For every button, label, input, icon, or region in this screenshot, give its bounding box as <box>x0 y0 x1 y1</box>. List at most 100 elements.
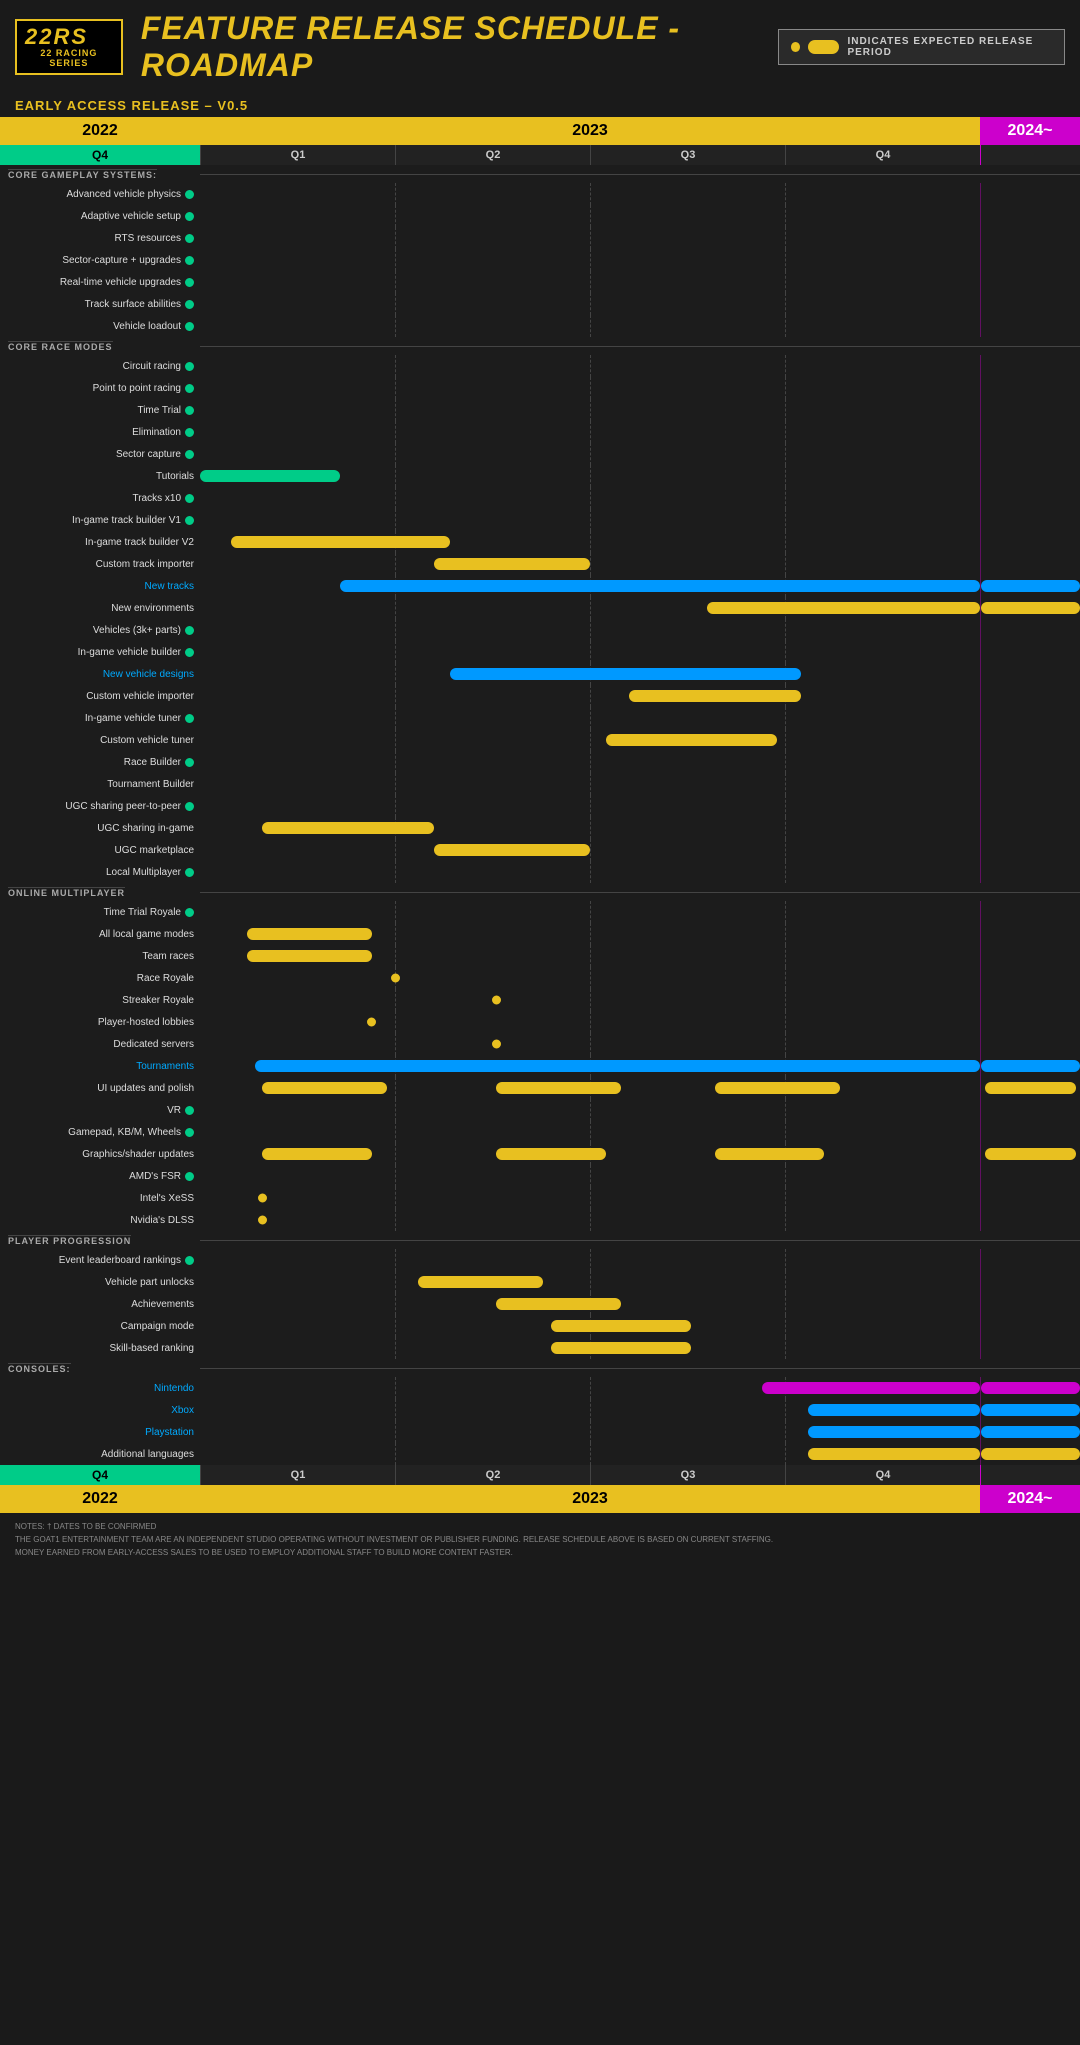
section-header: PLAYER PROGRESSION <box>0 1231 1080 1249</box>
feature-row: Point to point racing <box>0 377 1080 399</box>
feature-label-cell: New environments <box>0 603 200 614</box>
q-cells-2023: Q1 Q2 Q3 Q4 <box>200 145 980 165</box>
feature-2024-cell <box>980 443 1080 465</box>
feature-timeline <box>200 227 980 249</box>
feature-label: Dedicated servers <box>113 1039 194 1050</box>
feature-row: Vehicles (3k+ parts) <box>0 619 1080 641</box>
feature-2024-cell <box>980 1165 1080 1187</box>
feature-label-cell: Race Royale <box>0 973 200 984</box>
feature-2024-cell <box>980 1055 1080 1077</box>
gantt-bar <box>247 950 372 962</box>
feature-row: Skill-based ranking <box>0 1337 1080 1359</box>
feature-2024-cell <box>980 597 1080 619</box>
section-grid-area <box>200 892 980 893</box>
feature-row: New tracks <box>0 575 1080 597</box>
scheduled-dot-icon <box>258 1216 267 1225</box>
feature-label-cell: Vehicles (3k+ parts) <box>0 625 200 636</box>
gantt-bar-2024 <box>981 1426 1080 1438</box>
feature-timeline <box>200 1209 980 1231</box>
feature-timeline <box>200 729 980 751</box>
feature-2024-cell <box>980 531 1080 553</box>
scheduled-dot-icon <box>391 974 400 983</box>
feature-timeline <box>200 205 980 227</box>
feature-row: Adaptive vehicle setup <box>0 205 1080 227</box>
feature-label-cell: Tournament Builder <box>0 779 200 790</box>
feature-timeline <box>200 751 980 773</box>
feature-label: UI updates and polish <box>97 1083 194 1094</box>
feature-label-cell: Elimination <box>0 427 200 438</box>
feature-label-cell: All local game modes <box>0 929 200 940</box>
feature-row: Graphics/shader updates <box>0 1143 1080 1165</box>
feature-timeline <box>200 1165 980 1187</box>
feature-row: Nintendo† <box>0 1377 1080 1399</box>
feature-row: New environments <box>0 597 1080 619</box>
year-2022: 2022 <box>0 117 200 145</box>
bottom-year-2022: 2022 <box>0 1485 200 1513</box>
feature-row: In-game track builder V1 <box>0 509 1080 531</box>
gantt-bar <box>231 536 449 548</box>
feature-2024-cell <box>980 1077 1080 1099</box>
feature-row: In-game track builder V2 <box>0 531 1080 553</box>
section-label: CORE RACE MODES <box>8 341 113 352</box>
q-cell-q3: Q3 <box>590 145 785 165</box>
feature-label: Sector-capture + upgrades <box>62 255 181 266</box>
feature-2024-cell <box>980 1315 1080 1337</box>
feature-label: UGC sharing peer-to-peer <box>65 801 181 812</box>
features-container: CORE GAMEPLAY SYSTEMS:Advanced vehicle p… <box>0 165 1080 1465</box>
feature-label: New tracks <box>145 581 194 592</box>
feature-label: Time Trial Royale <box>104 907 181 918</box>
feature-label: Intel's XeSS <box>140 1193 194 1204</box>
logo: 22RS 22 RACING SERIES <box>15 19 123 75</box>
feature-label-cell: Xbox <box>0 1405 200 1416</box>
feature-label: Additional languages <box>101 1449 194 1460</box>
released-dot-icon <box>185 802 194 811</box>
feature-label-cell: Real-time vehicle upgrades <box>0 277 200 288</box>
notes-line2: THE GOAT1 ENTERTAINMENT TEAM ARE AN INDE… <box>15 1534 1065 1547</box>
feature-row: In-game vehicle tuner <box>0 707 1080 729</box>
released-dot-icon <box>185 1256 194 1265</box>
feature-timeline <box>200 619 980 641</box>
feature-timeline <box>200 443 980 465</box>
feature-label-cell: Achievements <box>0 1299 200 1310</box>
bottom-q-cell-q3: Q3 <box>590 1465 785 1485</box>
feature-label: All local game modes <box>99 929 194 940</box>
feature-label: Playstation <box>145 1427 194 1438</box>
feature-label-cell: Point to point racing <box>0 383 200 394</box>
feature-row: Dedicated servers <box>0 1033 1080 1055</box>
feature-label-cell: Vehicle part unlocks <box>0 1277 200 1288</box>
feature-timeline <box>200 1055 980 1077</box>
gantt-bar <box>200 470 340 482</box>
feature-row: Playstation† <box>0 1421 1080 1443</box>
feature-2024-cell <box>980 967 1080 989</box>
feature-row: Custom track importer <box>0 553 1080 575</box>
q-cell-q2: Q2 <box>395 145 590 165</box>
feature-timeline <box>200 773 980 795</box>
feature-label: Tutorials <box>156 471 194 482</box>
feature-label: Sector capture <box>116 449 181 460</box>
feature-label-cell: Circuit racing <box>0 361 200 372</box>
feature-timeline <box>200 1443 980 1465</box>
feature-timeline <box>200 817 980 839</box>
released-dot-icon <box>185 648 194 657</box>
feature-timeline <box>200 183 980 205</box>
feature-label-cell: UGC sharing in-game <box>0 823 200 834</box>
feature-timeline <box>200 509 980 531</box>
feature-2024-cell <box>980 1209 1080 1231</box>
feature-2024-cell <box>980 751 1080 773</box>
feature-2024-cell <box>980 487 1080 509</box>
gantt-bar <box>418 1276 543 1288</box>
feature-timeline <box>200 1271 980 1293</box>
roadmap-table: 2022 2023 2024~ Q4 Q1 Q2 Q3 Q4 CORE GAME… <box>0 117 1080 1513</box>
feature-label: Track surface abilities <box>85 299 181 310</box>
gantt-bar <box>247 928 372 940</box>
released-dot-icon <box>185 190 194 199</box>
feature-label-cell: Event leaderboard rankings <box>0 1255 200 1266</box>
section-label-cell: PLAYER PROGRESSION <box>0 1231 200 1249</box>
q-cell-2024 <box>980 145 1080 165</box>
released-dot-icon <box>185 300 194 309</box>
feature-label-cell: Gamepad, KB/M, Wheels <box>0 1127 200 1138</box>
feature-2024-cell <box>980 205 1080 227</box>
feature-row: Player-hosted lobbies <box>0 1011 1080 1033</box>
feature-label: VR <box>167 1105 181 1116</box>
feature-2024-cell <box>980 183 1080 205</box>
